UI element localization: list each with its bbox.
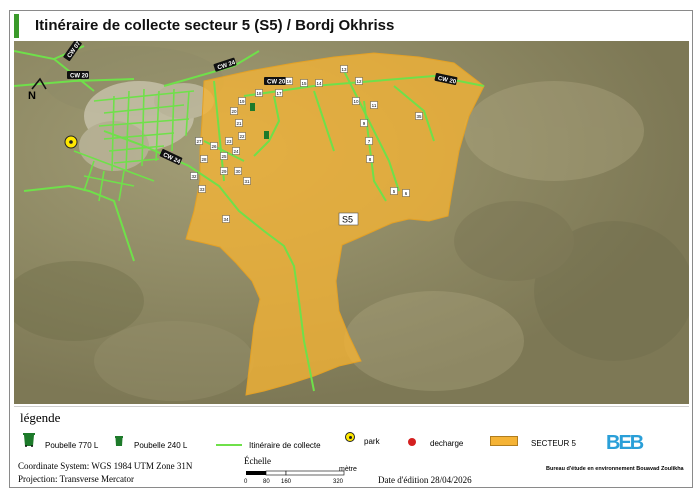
collection-point-number: 20 xyxy=(231,109,237,114)
collection-point[interactable]: 8 xyxy=(366,155,374,163)
legend-title: légende xyxy=(20,410,61,425)
collection-point[interactable]: 16 xyxy=(285,77,293,85)
collection-point[interactable]: 26 xyxy=(210,142,218,150)
collection-point-number: 11 xyxy=(372,103,377,108)
legend-sector: SECTEUR 5 xyxy=(531,439,576,448)
collection-point[interactable]: 30 xyxy=(234,167,242,175)
bin-770-marker[interactable] xyxy=(250,103,255,111)
collection-point[interactable]: 6 xyxy=(402,189,410,197)
collection-point[interactable]: 35 xyxy=(415,112,423,120)
svg-text:S5: S5 xyxy=(342,215,353,225)
scale-unit: mètre xyxy=(339,466,357,473)
collection-point[interactable]: 22 xyxy=(238,132,246,140)
collection-point[interactable]: 9 xyxy=(360,119,368,127)
collection-point[interactable]: 7 xyxy=(365,137,373,145)
collection-point[interactable]: 19 xyxy=(238,97,246,105)
sector-swatch-icon xyxy=(490,436,518,446)
collection-point[interactable]: 15 xyxy=(300,79,308,87)
scale-title: Échelle xyxy=(244,456,271,466)
sector-label: S5 xyxy=(338,212,359,226)
collection-point-number: 29 xyxy=(221,169,227,174)
collection-point-number: 23 xyxy=(226,139,232,144)
svg-text:N: N xyxy=(28,90,36,102)
road-label-cw20-west: CW 20 xyxy=(67,71,89,80)
collection-point[interactable]: 14 xyxy=(315,79,323,87)
collection-point[interactable]: 24 xyxy=(232,147,240,155)
title-bar: Itinéraire de collecte secteur 5 (S5) / … xyxy=(14,14,689,38)
collection-point[interactable]: 32 xyxy=(190,172,198,180)
map-canvas[interactable]: CW 20 CW 24 CW 20 CW 24 CW 20 CW 07 N S5… xyxy=(14,41,689,404)
legend-route: Itinéraire de collecte xyxy=(249,441,321,450)
collection-point-number: 27 xyxy=(196,139,202,144)
collection-point-number: 31 xyxy=(244,179,250,184)
collection-point[interactable]: 20 xyxy=(230,107,238,115)
collection-point[interactable]: 27 xyxy=(195,137,203,145)
legend-panel: légende Poubelle 770 L Poubelle 240 L It… xyxy=(14,406,689,487)
collection-point[interactable]: 23 xyxy=(225,137,233,145)
legend-bureau: Bureau d'étude en environnement Bouavad … xyxy=(546,466,684,472)
collection-point-number: 19 xyxy=(239,99,245,104)
collection-point-number: 15 xyxy=(301,81,307,86)
legend-bin-770: Poubelle 770 L xyxy=(45,441,99,450)
collection-point-number: 26 xyxy=(211,144,217,149)
edition-date: Date d'édition 28/04/2026 xyxy=(378,475,472,485)
collection-point-number: 25 xyxy=(221,154,227,159)
legend-coordinate-system: Coordinate System: WGS 1984 UTM Zone 31N xyxy=(18,461,193,471)
map-title: Itinéraire de collecte secteur 5 (S5) / … xyxy=(35,17,395,34)
svg-text:CW 20: CW 20 xyxy=(267,80,286,86)
route-line-icon xyxy=(216,444,242,446)
collection-point-number: 33 xyxy=(199,187,205,192)
bin-770-icon xyxy=(23,433,35,447)
collection-point[interactable]: 13 xyxy=(340,65,348,73)
collection-point-number: 35 xyxy=(416,114,422,119)
collection-point[interactable]: 18 xyxy=(255,89,263,97)
scale-tick-320: 320 xyxy=(333,479,344,485)
collection-point[interactable]: 21 xyxy=(235,119,243,127)
collection-point-number: 13 xyxy=(341,67,347,72)
collection-point-number: 16 xyxy=(286,79,292,84)
collection-point-number: 32 xyxy=(191,174,197,179)
bureau-logo-text: BEB xyxy=(606,432,644,454)
collection-point[interactable]: 29 xyxy=(220,167,228,175)
scale-tick-80: 80 xyxy=(263,479,270,485)
collection-point[interactable]: 34 xyxy=(222,215,230,223)
collection-point-number: 22 xyxy=(239,134,245,139)
scale-bar xyxy=(246,470,345,476)
bin-770-marker[interactable] xyxy=(264,131,269,139)
collection-point[interactable]: 25 xyxy=(220,152,228,160)
collection-point-number: 18 xyxy=(256,91,262,96)
svg-text:CW 20: CW 20 xyxy=(70,74,89,80)
collection-point-number: 34 xyxy=(223,217,229,222)
collection-point-number: 21 xyxy=(236,121,242,126)
collection-point[interactable]: 17 xyxy=(275,89,283,97)
collection-point[interactable]: 10 xyxy=(352,97,360,105)
park-marker[interactable] xyxy=(64,135,78,149)
collection-point-number: 14 xyxy=(316,81,322,86)
collection-point[interactable]: 12 xyxy=(355,77,363,85)
collection-point-number: 24 xyxy=(233,149,239,154)
legend-projection: Projection: Transverse Mercator xyxy=(18,474,134,484)
collection-point-number: 12 xyxy=(356,79,362,84)
collection-point-number: 28 xyxy=(201,157,207,162)
collection-point[interactable]: 33 xyxy=(198,185,206,193)
collection-point[interactable]: 11 xyxy=(370,101,378,109)
legend-decharge: decharge xyxy=(430,439,464,448)
scale-tick-0: 0 xyxy=(244,479,248,485)
bureau-logo: BEB xyxy=(604,431,654,463)
collection-point-number: 30 xyxy=(235,169,241,174)
collection-point-number: 17 xyxy=(276,91,282,96)
legend-park: park xyxy=(364,437,380,446)
park-icon-dot xyxy=(349,436,352,439)
road-label-cw20-mid: CW 20 xyxy=(264,77,286,86)
legend-bin-240: Poubelle 240 L xyxy=(134,441,188,450)
collection-point-number: 10 xyxy=(353,99,359,104)
bin-240-icon xyxy=(115,436,123,446)
collection-point[interactable]: 31 xyxy=(243,177,251,185)
collection-point[interactable]: 28 xyxy=(200,155,208,163)
decharge-icon xyxy=(408,438,416,446)
collection-point[interactable]: 5 xyxy=(390,187,398,195)
scale-tick-160: 160 xyxy=(281,479,292,485)
